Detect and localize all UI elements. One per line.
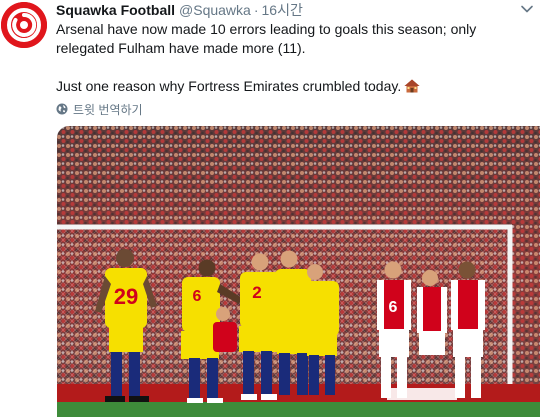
tweet-text-line-2-text: Just one reason why Fortress Emirates cr…	[56, 78, 402, 94]
tweet-header: Squawka Football @Squawka · 16시간	[56, 1, 512, 19]
squawka-logo-icon	[1, 2, 47, 48]
timestamp[interactable]: 16시간	[262, 1, 303, 19]
tweet-text: Arsenal have now made 10 errors leading …	[56, 20, 526, 96]
globe-icon	[56, 103, 68, 115]
jersey-number-6-palace: 6	[193, 288, 202, 305]
handle[interactable]: @Squawka	[179, 1, 251, 19]
profile-avatar[interactable]	[1, 2, 47, 48]
separator-dot: ·	[253, 2, 259, 18]
tweet: Squawka Football @Squawka · 16시간 Arsenal…	[0, 0, 540, 417]
display-name[interactable]: Squawka Football	[56, 1, 175, 19]
pitch	[57, 402, 540, 417]
tweet-text-line-1: Arsenal have now made 10 errors leading …	[56, 21, 477, 56]
match-photo: 29 6 2 6	[57, 126, 540, 417]
tweet-photo[interactable]: 29 6 2 6	[57, 126, 540, 417]
jersey-number-2: 2	[252, 283, 261, 302]
jersey-number-29: 29	[114, 284, 138, 309]
chevron-down-icon[interactable]	[520, 2, 534, 16]
tweet-text-line-2: Just one reason why Fortress Emirates cr…	[56, 77, 526, 96]
translate-label: 트윗 번역하기	[73, 102, 143, 117]
translate-tweet-link[interactable]: 트윗 번역하기	[56, 101, 143, 117]
jersey-number-6-arsenal: 6	[389, 299, 398, 316]
house-emoji-icon	[404, 79, 420, 93]
